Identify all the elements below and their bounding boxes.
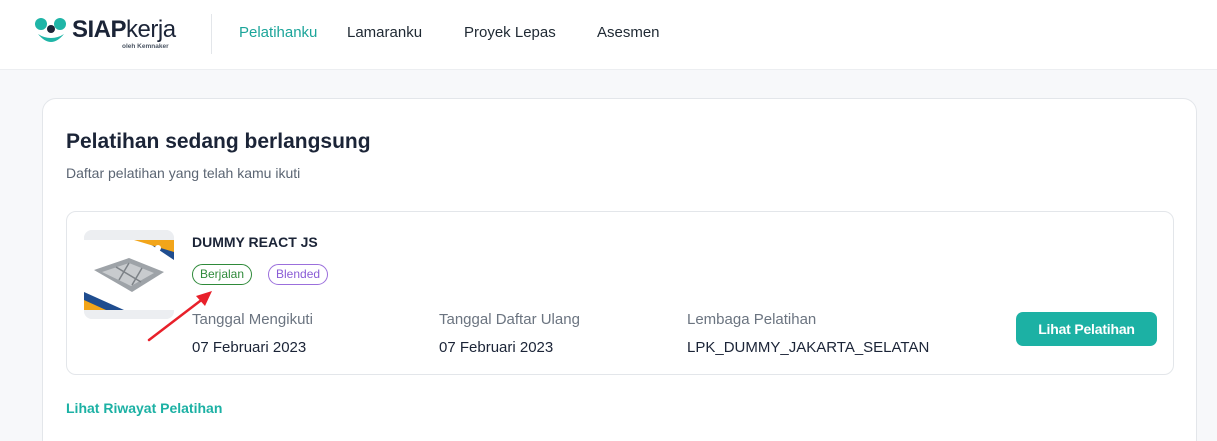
view-training-history-link[interactable]: Lihat Riwayat Pelatihan: [66, 400, 222, 416]
status-badge: Berjalan: [192, 264, 253, 285]
institution-value: LPK_DUMMY_JAKARTA_SELATAN: [687, 339, 930, 356]
institution-label: Lembaga Pelatihan: [687, 311, 817, 328]
siapkerja-logo-mark-icon: [35, 18, 66, 42]
logo-wordmark: SIAPkerja: [72, 16, 176, 44]
start-date-label: Tanggal Mengikuti: [192, 311, 313, 328]
ongoing-training-panel: Pelatihan sedang berlangsung Daftar pela…: [42, 98, 1197, 441]
top-navigation-bar: SIAPkerja oleh Kemnaker Pelatihanku Lama…: [0, 0, 1217, 70]
page-subtitle: Daftar pelatihan yang telah kamu ikuti: [66, 165, 301, 181]
nav-item-lamaranku[interactable]: Lamaranku: [347, 24, 422, 42]
logo-tagline: oleh Kemnaker: [122, 43, 169, 50]
type-badge: Blended: [268, 264, 329, 285]
logo-brand-light: kerja: [126, 16, 176, 43]
training-thumbnail: [84, 230, 174, 319]
training-card: DUMMY REACT JS Berjalan Blended Tanggal …: [66, 211, 1174, 375]
header-divider: [211, 14, 212, 54]
logo-brand-bold: SIAP: [72, 16, 127, 43]
view-training-button[interactable]: Lihat Pelatihan: [1016, 312, 1157, 346]
nav-item-proyek-lepas[interactable]: Proyek Lepas: [464, 24, 556, 42]
training-thumbnail-image: [84, 230, 174, 319]
start-date-value: 07 Februari 2023: [192, 339, 307, 356]
training-name: DUMMY REACT JS: [192, 234, 318, 250]
siapkerja-logo[interactable]: SIAPkerja oleh Kemnaker: [34, 14, 204, 54]
reregister-date-value: 07 Februari 2023: [439, 339, 554, 356]
nav-item-asesmen[interactable]: Asesmen: [597, 24, 660, 42]
reregister-date-label: Tanggal Daftar Ulang: [439, 311, 580, 328]
page-title: Pelatihan sedang berlangsung: [66, 130, 371, 153]
nav-item-pelatihanku[interactable]: Pelatihanku: [239, 24, 317, 42]
